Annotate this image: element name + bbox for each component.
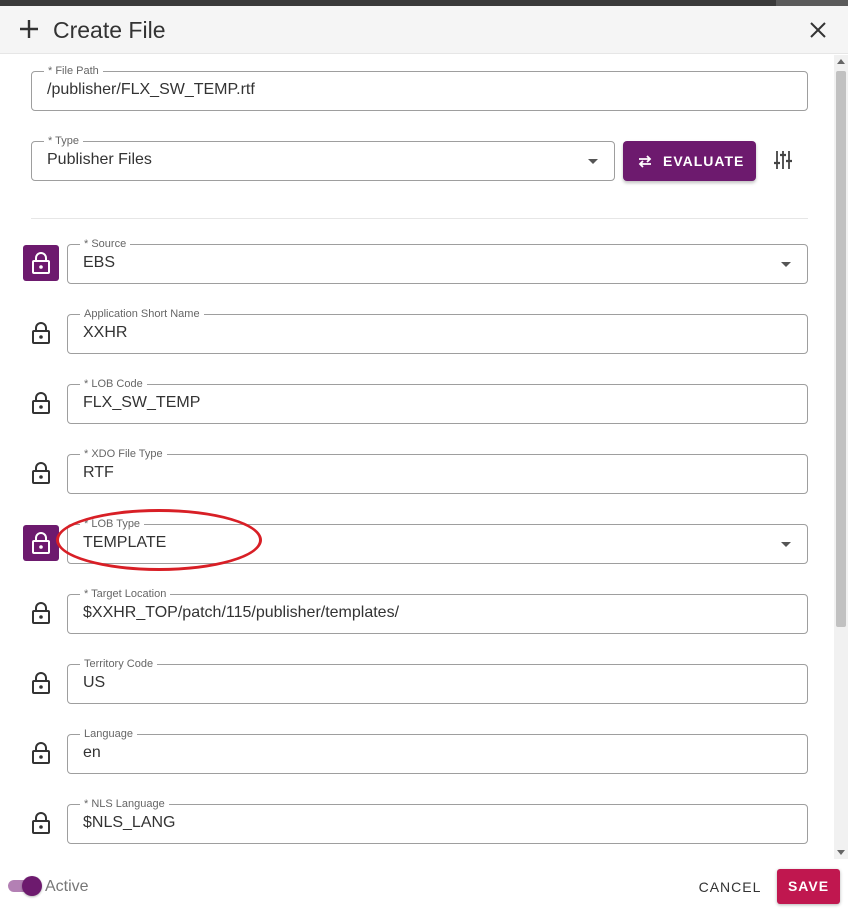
application-short-name-value: XXHR	[83, 324, 128, 341]
evaluate-label: EVALUATE	[663, 153, 745, 169]
source-value: EBS	[83, 254, 116, 271]
target-location-field[interactable]: * Target Location $XXHR_TOP/patch/115/pu…	[67, 587, 808, 634]
file-path-value: /publisher/FLX_SW_TEMP.rtf	[47, 81, 255, 98]
language-label: Language	[80, 727, 137, 741]
lock-icon	[32, 672, 50, 694]
source-select[interactable]: * Source EBS	[67, 237, 808, 284]
chevron-down-icon	[781, 542, 791, 547]
lob-type-select[interactable]: * LOB Type TEMPLATE	[67, 517, 808, 564]
lob-code-label: * LOB Code	[80, 377, 147, 391]
scrollbar-thumb[interactable]	[836, 71, 846, 627]
territory-code-label: Territory Code	[80, 657, 158, 671]
lock-icon	[32, 392, 50, 414]
nls-language-field[interactable]: * NLS Language $NLS_LANG	[67, 797, 808, 844]
lock-icon	[32, 252, 50, 274]
lock-toggle-lob-code[interactable]	[23, 385, 59, 421]
xdo-file-type-field[interactable]: * XDO File Type RTF	[67, 447, 808, 494]
application-short-name-label: Application Short Name	[80, 307, 204, 321]
lock-toggle-lob-type[interactable]	[23, 525, 59, 561]
tune-icon[interactable]	[772, 149, 794, 171]
dialog-content: * File Path /publisher/FLX_SW_TEMP.rtf *…	[0, 55, 834, 859]
lock-icon	[32, 322, 50, 344]
type-value: Publisher Files	[47, 151, 152, 168]
lob-code-field[interactable]: * LOB Code FLX_SW_TEMP	[67, 377, 808, 424]
dialog-footer: Active CANCEL SAVE	[0, 859, 848, 912]
lock-toggle-source[interactable]	[23, 245, 59, 281]
xdo-file-type-value: RTF	[83, 464, 114, 481]
save-button[interactable]: SAVE	[777, 869, 840, 904]
target-location-value: $XXHR_TOP/patch/115/publisher/templates/	[83, 604, 400, 621]
lob-type-label: * LOB Type	[80, 517, 145, 531]
dialog-header: Create File	[0, 6, 848, 54]
file-path-field[interactable]: * File Path /publisher/FLX_SW_TEMP.rtf	[31, 64, 808, 111]
nls-language-label: * NLS Language	[80, 797, 169, 811]
lob-code-value: FLX_SW_TEMP	[83, 394, 201, 411]
lock-toggle-xdo-file-type[interactable]	[23, 455, 59, 491]
close-icon[interactable]	[808, 20, 828, 40]
nls-language-value: $NLS_LANG	[83, 814, 176, 831]
xdo-file-type-label: * XDO File Type	[80, 447, 167, 461]
plus-icon	[20, 20, 38, 38]
source-label: * Source	[80, 237, 131, 251]
chevron-down-icon	[588, 159, 598, 164]
lock-icon	[32, 532, 50, 554]
lock-toggle-target-location[interactable]	[23, 595, 59, 631]
lock-icon	[32, 742, 50, 764]
active-label: Active	[45, 878, 89, 895]
territory-code-value: US	[83, 674, 106, 691]
lock-icon	[32, 812, 50, 834]
lock-toggle-nls-language[interactable]	[23, 805, 59, 841]
divider	[31, 218, 808, 219]
application-short-name-field[interactable]: Application Short Name XXHR	[67, 307, 808, 354]
language-value: en	[83, 744, 101, 761]
active-toggle[interactable]	[8, 876, 42, 896]
language-field[interactable]: Language en	[67, 727, 808, 774]
dialog-title: Create File	[53, 17, 166, 43]
vertical-scrollbar[interactable]	[834, 55, 848, 859]
lock-toggle-territory-code[interactable]	[23, 665, 59, 701]
scroll-up-arrow-icon[interactable]	[837, 59, 845, 64]
lock-toggle-application-short-name[interactable]	[23, 315, 59, 351]
scroll-down-arrow-icon[interactable]	[837, 850, 845, 855]
lock-icon	[32, 462, 50, 484]
toggle-knob	[22, 876, 42, 896]
type-select[interactable]: * Type Publisher Files	[31, 134, 615, 181]
type-label: * Type	[44, 134, 83, 148]
lock-toggle-language[interactable]	[23, 735, 59, 771]
lock-icon	[32, 602, 50, 624]
target-location-label: * Target Location	[80, 587, 171, 601]
cancel-button[interactable]: CANCEL	[692, 872, 768, 902]
chevron-down-icon	[781, 262, 791, 267]
file-path-label: * File Path	[44, 64, 103, 78]
territory-code-field[interactable]: Territory Code US	[67, 657, 808, 704]
evaluate-button[interactable]: EVALUATE	[623, 141, 756, 181]
lob-type-value: TEMPLATE	[83, 534, 167, 551]
swap-icon	[638, 155, 652, 168]
